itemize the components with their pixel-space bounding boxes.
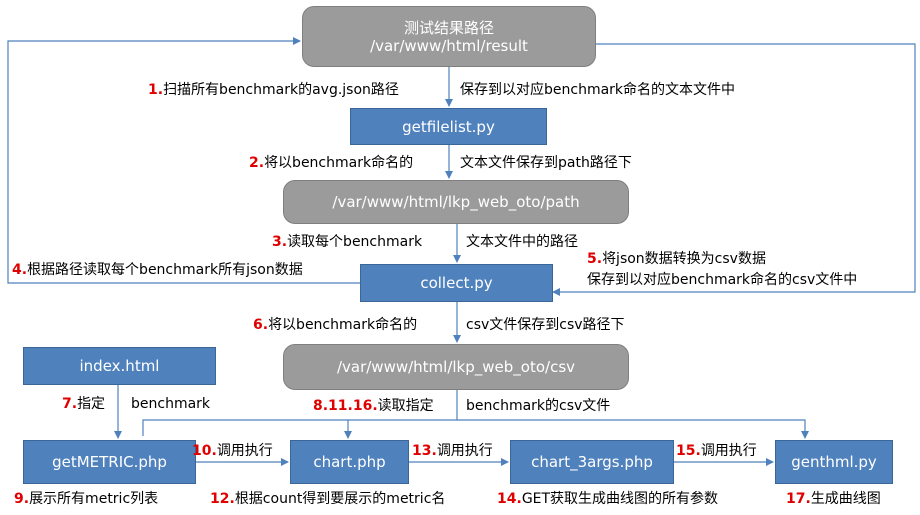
getfilelist-node: getfilelist.py	[350, 108, 547, 145]
step-15-number: 15.	[676, 443, 701, 459]
step-1-text: 扫描所有benchmark的avg.json路径	[163, 82, 399, 98]
step-17-label: 17.生成曲线图	[786, 491, 881, 508]
chart-3args-node: chart_3args.php	[510, 440, 674, 484]
step-7-label: 7.指定	[62, 396, 105, 413]
step-8-text: 读取指定	[377, 398, 434, 414]
step-14-number: 14.	[497, 491, 522, 507]
step-9-label: 9.展示所有metric列表	[14, 491, 158, 508]
step-6-number: 6.	[253, 317, 269, 333]
step-13-label: 13.调用执行	[412, 443, 493, 460]
step-3-text: 读取每个benchmark	[287, 234, 423, 250]
step-9-text: 展示所有metric列表	[29, 491, 159, 507]
step-13-number: 13.	[412, 443, 437, 459]
result-path-node: 测试结果路径 /var/www/html/result	[302, 6, 596, 67]
flow-connectors	[7, 37, 916, 466]
result-path-title: 测试结果路径	[403, 18, 494, 37]
step-14-text: GET获取生成曲线图的所有参数	[521, 491, 719, 507]
step-2-number: 2.	[249, 155, 265, 171]
step-10-label: 10.调用执行	[192, 443, 273, 460]
step-17-number: 17.	[786, 491, 811, 507]
step-8-label: 8.11.16.读取指定	[313, 398, 434, 415]
getmetric-node: getMETRIC.php	[23, 440, 196, 484]
step-6-label: 6.将以benchmark命名的	[253, 317, 417, 334]
step-2-label: 2.将以benchmark命名的	[249, 155, 413, 172]
step-5-label: 5.将json数据转换为csv数据	[587, 251, 766, 268]
step-13-text: 调用执行	[436, 443, 493, 459]
step-5-text: 将json数据转换为csv数据	[602, 251, 766, 267]
path-dir-node: /var/www/html/lkp_web_oto/path	[283, 180, 629, 224]
step-5-number: 5.	[587, 251, 603, 267]
step-2b-label: 文本文件保存到path路径下	[460, 155, 632, 171]
step-3-number: 3.	[272, 234, 288, 250]
step-8-number: 8.11.16.	[313, 398, 378, 414]
step-12-label: 12.根据count得到要展示的metric名	[210, 491, 445, 508]
step-15-text: 调用执行	[700, 443, 757, 459]
step-10-number: 10.	[192, 443, 217, 459]
step-4-number: 4.	[12, 262, 28, 278]
step-4-text: 根据路径读取每个benchmark所有json数据	[27, 262, 303, 278]
step-15-label: 15.调用执行	[676, 443, 757, 460]
arrow-bus	[142, 419, 809, 439]
step-7-text: 指定	[77, 396, 106, 412]
chart-php-node: chart.php	[290, 440, 409, 484]
step-1b-label: 保存到以对应benchmark命名的文本文件中	[460, 82, 736, 98]
step-6b-label: csv文件保存到csv路径下	[466, 317, 625, 333]
step-7b-label: benchmark	[131, 396, 211, 412]
step-1-label: 1.扫描所有benchmark的avg.json路径	[148, 82, 399, 99]
step-2-text: 将以benchmark命名的	[264, 155, 414, 171]
step-9-number: 9.	[14, 491, 30, 507]
collect-node: collect.py	[360, 264, 553, 302]
index-html-node: index.html	[23, 347, 216, 385]
step-5b-label: 保存到以对应benchmark命名的csv文件中	[587, 272, 858, 288]
csv-dir-node: /var/www/html/lkp_web_oto/csv	[283, 344, 629, 390]
step-6-text: 将以benchmark命名的	[268, 317, 418, 333]
genthml-node: genthml.py	[775, 440, 893, 484]
step-8b-label: benchmark的csv文件	[466, 398, 611, 414]
step-4-label: 4.根据路径读取每个benchmark所有json数据	[12, 262, 303, 279]
step-17-text: 生成曲线图	[810, 491, 881, 507]
step-10-text: 调用执行	[216, 443, 273, 459]
step-12-text: 根据count得到要展示的metric名	[234, 491, 446, 507]
step-3b-label: 文本文件中的路径	[466, 234, 578, 250]
step-3-label: 3.读取每个benchmark	[272, 234, 422, 251]
step-12-number: 12.	[210, 491, 235, 507]
step-14-label: 14.GET获取生成曲线图的所有参数	[497, 491, 718, 508]
step-7-number: 7.	[62, 396, 78, 412]
result-path-dir: /var/www/html/result	[370, 36, 528, 55]
step-1-number: 1.	[148, 82, 164, 98]
